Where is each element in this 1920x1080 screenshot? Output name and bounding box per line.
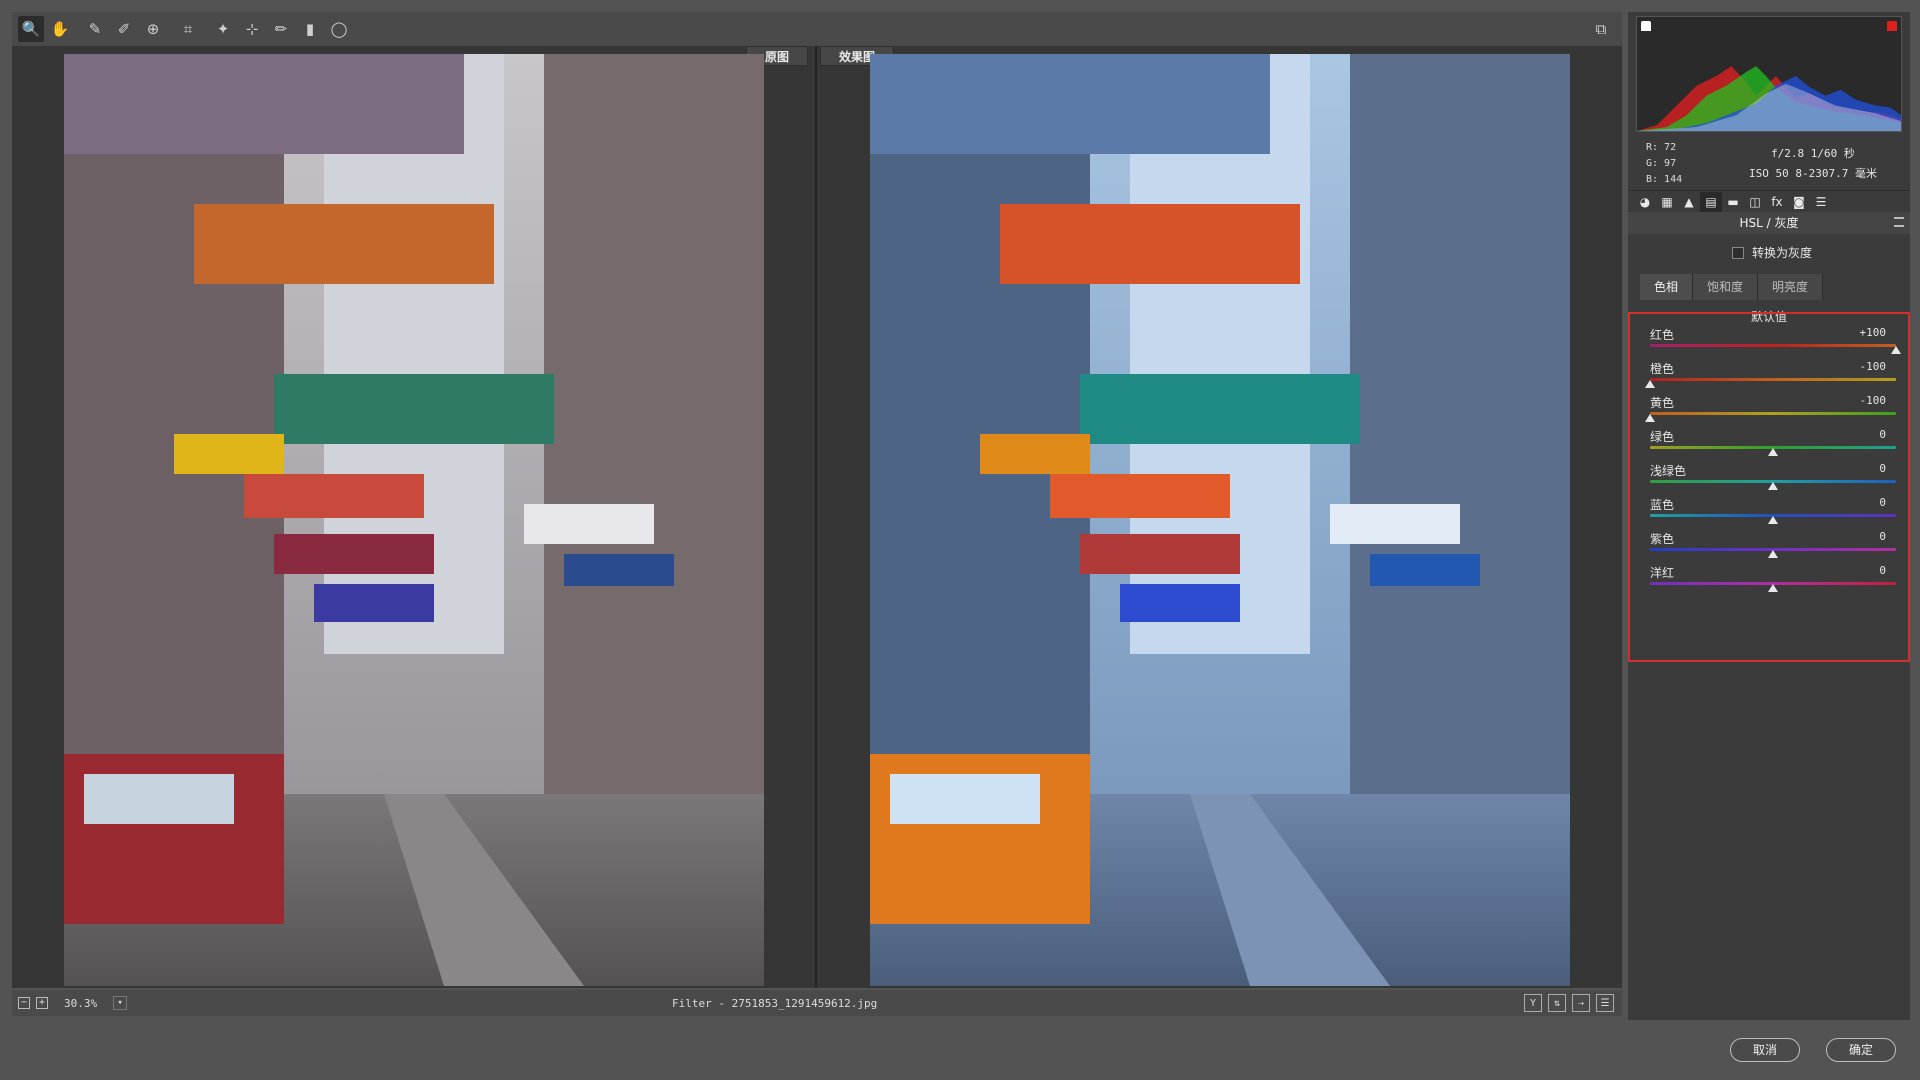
slider-row: 红色 +100 (1650, 326, 1901, 360)
hue-sliders-group: 红色 +100 橙色 -100 黄色 -100 绿色 0 浅绿色 0 蓝色 0 紫色 0 洋红 0 (1628, 312, 1910, 662)
slider-value[interactable]: 0 (1879, 530, 1886, 543)
graduated-filter-icon[interactable]: ▮ (297, 16, 323, 42)
shadow-clip-icon[interactable] (1641, 21, 1651, 31)
zoom-out-button[interactable]: − (18, 997, 30, 1009)
effects-tab-icon[interactable]: fx (1766, 192, 1788, 212)
readout-b: B: 144 (1646, 174, 1683, 185)
tool-bar: 🔍 ✋ ✎ ✐ ⊕ ⌗ ✦ ⊹ ✏ ▮ ◯ ⧉ (12, 12, 1622, 46)
slider-row: 橙色 -100 (1645, 360, 1896, 394)
slider-value[interactable]: +100 (1860, 326, 1887, 339)
hand-icon[interactable]: ✋ (47, 16, 73, 42)
swap-settings-icon[interactable]: ⇅ (1548, 994, 1566, 1012)
slider-row: 黄色 -100 (1645, 394, 1896, 428)
slider-row: 浅绿色 0 (1650, 462, 1896, 496)
hsl-subtabs: 色相 饱和度 明亮度 (1640, 274, 1824, 300)
exif-line1: f/2.8 1/60 秒 (1771, 147, 1855, 160)
zoom-level: 30.3% (64, 996, 98, 1010)
slider-label: 浅绿色 (1650, 464, 1687, 478)
panel-tab-icons: ◕ ▦ ▲ ▤ ▬ ◫ fx ◙ ☰ (1628, 190, 1910, 212)
lens-tab-icon[interactable]: ◫ (1744, 192, 1766, 212)
slider-thumb[interactable] (1768, 584, 1778, 592)
slider-label: 绿色 (1650, 430, 1675, 444)
status-bar: − + 30.3% ▾ Filter - 2751853_1291459612.… (12, 990, 1622, 1016)
tab-hue[interactable]: 色相 (1640, 274, 1694, 300)
red-eye-icon[interactable]: ⊹ (239, 16, 265, 42)
slider-thumb[interactable] (1891, 346, 1901, 354)
exif-info: f/2.8 1/60 秒 ISO 50 8-2307.7 毫米 (1728, 144, 1898, 184)
slider-thumb[interactable] (1645, 414, 1655, 422)
slider-value[interactable]: -100 (1860, 360, 1887, 373)
readout-g: G: 97 (1646, 158, 1677, 169)
slider-track[interactable] (1650, 378, 1896, 381)
camera-raw-window: 🔍 ✋ ✎ ✐ ⊕ ⌗ ✦ ⊹ ✏ ▮ ◯ ⧉ 原图 效果图 − + 30.3%… (0, 0, 1920, 1080)
slider-label: 紫色 (1650, 532, 1675, 546)
radial-filter-icon[interactable]: ◯ (326, 16, 352, 42)
slider-row: 紫色 0 (1650, 530, 1896, 564)
slider-row: 绿色 0 (1650, 428, 1896, 462)
slider-value[interactable]: -100 (1860, 394, 1887, 407)
right-panel: R: 72 G: 97 B: 144 f/2.8 1/60 秒 ISO 50 8… (1628, 12, 1910, 1020)
split-divider (815, 46, 817, 988)
zoom-dropdown[interactable]: ▾ (113, 996, 128, 1010)
fullscreen-icon[interactable]: ⧉ (1588, 16, 1614, 42)
highlight-clip-icon[interactable] (1887, 21, 1897, 31)
hsl-tab-icon[interactable]: ▤ (1700, 191, 1722, 212)
histogram (1636, 16, 1902, 132)
slider-value[interactable]: 0 (1879, 564, 1886, 577)
basic-tab-icon[interactable]: ◕ (1634, 192, 1656, 212)
slider-value[interactable]: 0 (1879, 496, 1886, 509)
tab-luminance[interactable]: 明亮度 (1758, 274, 1824, 300)
camera-calibration-tab-icon[interactable]: ◙ (1788, 192, 1810, 212)
slider-track[interactable] (1650, 344, 1896, 347)
spot-removal-icon[interactable]: ✦ (210, 16, 236, 42)
slider-value[interactable]: 0 (1879, 428, 1886, 441)
slider-thumb[interactable] (1768, 516, 1778, 524)
rgb-readout: R: 72 G: 97 B: 144 (1646, 140, 1682, 188)
file-name: Filter - 2751853_1291459612.jpg (672, 996, 878, 1010)
preview-preferences-icon[interactable]: ☰ (1596, 994, 1614, 1012)
presets-tab-icon[interactable]: ☰ (1810, 192, 1832, 212)
readout-r: R: 72 (1646, 142, 1677, 153)
detail-tab-icon[interactable]: ▲ (1678, 192, 1700, 212)
slider-label: 黄色 (1650, 396, 1675, 410)
slider-thumb[interactable] (1768, 448, 1778, 456)
slider-label: 红色 (1650, 328, 1675, 342)
slider-track[interactable] (1650, 412, 1896, 415)
copy-settings-icon[interactable]: ⇢ (1572, 994, 1590, 1012)
grayscale-label: 转换为灰度 (1752, 246, 1813, 260)
before-photo[interactable] (64, 54, 764, 986)
white-balance-icon[interactable]: ✎ (82, 16, 108, 42)
panel-menu-icon[interactable] (1894, 217, 1904, 227)
after-photo[interactable] (870, 54, 1570, 986)
tone-curve-tab-icon[interactable]: ▦ (1656, 192, 1678, 212)
grayscale-checkbox[interactable] (1732, 246, 1744, 259)
slider-label: 洋红 (1650, 566, 1675, 580)
slider-thumb[interactable] (1768, 550, 1778, 558)
split-toning-tab-icon[interactable]: ▬ (1722, 192, 1744, 212)
crop-icon[interactable]: ⌗ (175, 16, 201, 42)
slider-row: 蓝色 0 (1650, 496, 1896, 530)
color-sampler-icon[interactable]: ✐ (111, 16, 137, 42)
grayscale-row[interactable]: 转换为灰度 (1732, 244, 1812, 261)
target-adjust-icon[interactable]: ⊕ (140, 16, 166, 42)
panel-title: HSL / 灰度 (1628, 212, 1910, 234)
preview-area: 原图 效果图 (12, 46, 1622, 988)
adjustment-brush-icon[interactable]: ✏ (268, 16, 294, 42)
slider-value[interactable]: 0 (1879, 462, 1886, 475)
tab-saturation[interactable]: 饱和度 (1693, 274, 1759, 300)
exif-line2: ISO 50 8-2307.7 毫米 (1749, 167, 1877, 180)
zoom-icon[interactable]: 🔍 (18, 16, 44, 42)
ok-button[interactable]: 确定 (1826, 1038, 1896, 1062)
before-after-toggle-icon[interactable]: Y (1524, 994, 1542, 1012)
cancel-button[interactable]: 取消 (1730, 1038, 1800, 1062)
slider-label: 蓝色 (1650, 498, 1675, 512)
view-mode-icons: Y ⇅ ⇢ ☰ (1524, 994, 1614, 1012)
slider-label: 橙色 (1650, 362, 1675, 376)
zoom-in-button[interactable]: + (36, 997, 48, 1009)
slider-row: 洋红 0 (1650, 564, 1896, 598)
slider-thumb[interactable] (1768, 482, 1778, 490)
slider-thumb[interactable] (1645, 380, 1655, 388)
